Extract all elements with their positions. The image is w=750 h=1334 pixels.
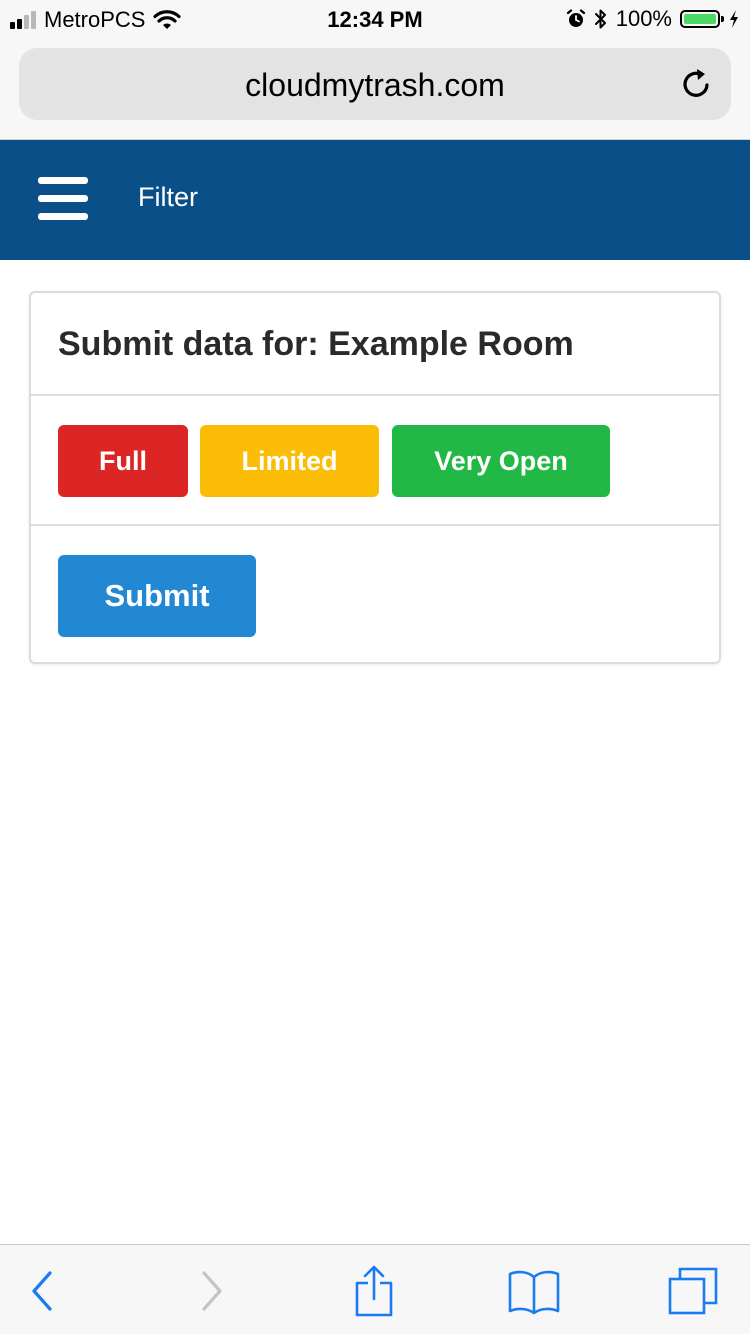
limited-button[interactable]: Limited bbox=[200, 425, 379, 497]
reload-icon[interactable] bbox=[679, 66, 715, 102]
battery-level bbox=[684, 14, 716, 24]
browser-url-area: cloudmytrash.com bbox=[0, 40, 750, 140]
battery-percent: 100% bbox=[615, 6, 672, 31]
battery-icon bbox=[680, 10, 724, 28]
full-button[interactable]: Full bbox=[58, 425, 188, 497]
charging-icon bbox=[730, 10, 738, 28]
share-button[interactable] bbox=[344, 1263, 404, 1319]
hamburger-menu-icon[interactable] bbox=[38, 177, 88, 221]
alarm-icon bbox=[566, 9, 585, 27]
bookmarks-button[interactable] bbox=[504, 1263, 564, 1319]
bookmarks-icon bbox=[508, 1270, 560, 1315]
share-icon bbox=[355, 1265, 393, 1317]
very-open-button[interactable]: Very Open bbox=[392, 425, 610, 497]
bluetooth-icon bbox=[594, 9, 606, 29]
card-title: Submit data for: Example Room bbox=[58, 325, 574, 363]
app-navbar: Filter bbox=[0, 140, 750, 260]
back-button[interactable] bbox=[13, 1263, 73, 1319]
submit-card: Submit data for: Example Room Full Limit… bbox=[29, 291, 721, 664]
tabs-button[interactable] bbox=[663, 1263, 723, 1319]
status-right: 100% bbox=[566, 6, 740, 32]
browser-toolbar bbox=[0, 1244, 750, 1334]
back-icon bbox=[32, 1271, 52, 1311]
address-bar[interactable]: cloudmytrash.com bbox=[19, 48, 731, 120]
card-footer: Submit bbox=[31, 526, 719, 662]
status-bar: MetroPCS 12:34 PM 100% bbox=[0, 0, 750, 40]
url-text[interactable]: cloudmytrash.com bbox=[19, 67, 731, 104]
forward-icon bbox=[202, 1271, 222, 1311]
tabs-icon bbox=[668, 1267, 718, 1315]
submit-button[interactable]: Submit bbox=[58, 555, 256, 637]
forward-button[interactable] bbox=[181, 1263, 241, 1319]
card-header: Submit data for: Example Room bbox=[31, 293, 719, 396]
nav-filter-link[interactable]: Filter bbox=[138, 182, 198, 213]
status-options: Full Limited Very Open bbox=[31, 396, 719, 526]
